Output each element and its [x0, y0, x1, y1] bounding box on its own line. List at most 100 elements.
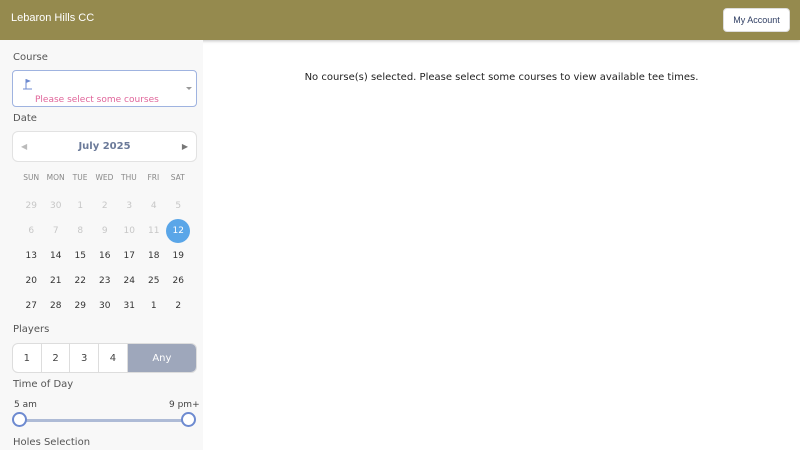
calendar-day-number: 4 [150, 200, 157, 211]
course-placeholder: Please select some courses [35, 95, 159, 105]
time-slider-track[interactable] [20, 419, 189, 422]
weekday-label: SAT [170, 173, 185, 182]
date-label: Date [13, 113, 37, 124]
calendar-day-number: 11 [148, 225, 160, 236]
chevron-down-icon[interactable] [186, 87, 192, 90]
calendar-day[interactable]: 28 [44, 293, 69, 318]
calendar-day-selected[interactable]: 12 [166, 218, 191, 243]
players-selector: 1 2 3 4 Any [12, 343, 197, 373]
calendar-day: 11 [142, 218, 167, 243]
calendar-month-title: July 2025 [78, 141, 131, 152]
weekday-label: MON [46, 173, 65, 182]
calendar-day[interactable]: 26 [166, 268, 191, 293]
club-name: Lebaron Hills CC [11, 12, 95, 24]
calendar-days: 29 30 1 2 3 4 5 6 7 8 9 10 11 12 13 14 15 16 17 18 19 20 21 22 2… [19, 193, 191, 318]
calendar-day-number: 17 [123, 250, 135, 261]
time-min-label: 5 am [14, 400, 37, 410]
calendar-day: 4 [142, 193, 167, 218]
calendar-day[interactable]: 29 [68, 293, 93, 318]
calendar-day: 29 [19, 193, 44, 218]
chevron-right-icon[interactable]: ▶ [182, 142, 188, 151]
calendar-day-number: 19 [172, 250, 184, 261]
flag-icon [23, 79, 32, 90]
calendar-day[interactable]: 16 [93, 243, 118, 268]
calendar-day-number: 2 [175, 300, 182, 311]
calendar-day[interactable]: 17 [117, 243, 142, 268]
calendar-day-number: 6 [28, 225, 35, 236]
calendar-day-number: 29 [25, 200, 37, 211]
calendar-day: 5 [166, 193, 191, 218]
calendar-day-number: 8 [77, 225, 84, 236]
calendar-day[interactable]: 22 [68, 268, 93, 293]
weekday-label: SUN [23, 173, 40, 182]
player-option-any[interactable]: Any [127, 344, 196, 372]
calendar-day-number: 14 [50, 250, 62, 261]
calendar-day[interactable]: 31 [117, 293, 142, 318]
calendar-day-number: 9 [101, 225, 108, 236]
time-max-label: 9 pm+ [169, 400, 200, 410]
calendar-day: 1 [68, 193, 93, 218]
empty-state-message: No course(s) selected. Please select som… [304, 72, 699, 83]
calendar-day: 6 [19, 218, 44, 243]
calendar-day-number: 26 [172, 275, 184, 286]
calendar-day: 7 [44, 218, 69, 243]
calendar-day-number: 15 [74, 250, 86, 261]
players-label: Players [13, 324, 50, 335]
calendar-day[interactable]: 15 [68, 243, 93, 268]
calendar-day: 30 [44, 193, 69, 218]
my-account-button[interactable]: My Account [723, 8, 790, 32]
calendar-day[interactable]: 13 [19, 243, 44, 268]
calendar-day[interactable]: 20 [19, 268, 44, 293]
calendar-day[interactable]: 30 [93, 293, 118, 318]
calendar-day-number: 5 [175, 200, 182, 211]
calendar-day-number: 16 [99, 250, 111, 261]
weekday-label: TUE [72, 173, 88, 182]
player-option-3[interactable]: 3 [70, 344, 100, 372]
holes-selection-label: Holes Selection [13, 437, 91, 448]
calendar-day-number: 29 [74, 300, 86, 311]
calendar-day[interactable]: 24 [117, 268, 142, 293]
course-label: Course [13, 52, 48, 63]
calendar-day[interactable]: 2 [166, 293, 191, 318]
calendar-day: 2 [93, 193, 118, 218]
calendar-day-number: 22 [74, 275, 86, 286]
player-option-4[interactable]: 4 [99, 344, 128, 372]
course-select[interactable]: Please select some courses [12, 70, 197, 107]
calendar-day-number: 27 [25, 300, 37, 311]
calendar-day[interactable]: 19 [166, 243, 191, 268]
calendar-day[interactable]: 18 [142, 243, 167, 268]
calendar-day-number: 1 [77, 200, 84, 211]
calendar-day-number: 13 [25, 250, 37, 261]
calendar-day-number: 18 [148, 250, 160, 261]
calendar-day-number: 30 [99, 300, 111, 311]
calendar-day-number: 20 [25, 275, 37, 286]
calendar-day-number: 24 [123, 275, 135, 286]
calendar-header: ◀ July 2025 ▶ [12, 131, 197, 162]
calendar-day: 9 [93, 218, 118, 243]
player-option-2[interactable]: 2 [42, 344, 71, 372]
calendar-day: 8 [68, 218, 93, 243]
time-slider-max-handle[interactable] [181, 412, 196, 427]
calendar-day-number: 31 [123, 300, 135, 311]
calendar-day-number: 21 [50, 275, 62, 286]
weekday-label: FRI [147, 173, 160, 182]
calendar-day-number: 3 [126, 200, 133, 211]
player-option-1[interactable]: 1 [13, 344, 42, 372]
calendar-day-number: 12 [166, 218, 191, 243]
calendar-day[interactable]: 27 [19, 293, 44, 318]
calendar-day[interactable]: 14 [44, 243, 69, 268]
filter-sidebar: Course Please select some courses Date ◀… [0, 40, 203, 450]
calendar-day-number: 30 [50, 200, 62, 211]
calendar-day-number: 7 [52, 225, 59, 236]
weekday-label: THU [121, 173, 137, 182]
calendar-day-number: 2 [101, 200, 108, 211]
calendar-day-number: 25 [148, 275, 160, 286]
time-slider-min-handle[interactable] [12, 412, 27, 427]
calendar-day-number: 10 [123, 225, 135, 236]
calendar-day[interactable]: 23 [93, 268, 118, 293]
calendar-day[interactable]: 25 [142, 268, 167, 293]
calendar-day[interactable]: 21 [44, 268, 69, 293]
calendar-day[interactable]: 1 [142, 293, 167, 318]
calendar-day-number: 23 [99, 275, 111, 286]
calendar-day: 10 [117, 218, 142, 243]
